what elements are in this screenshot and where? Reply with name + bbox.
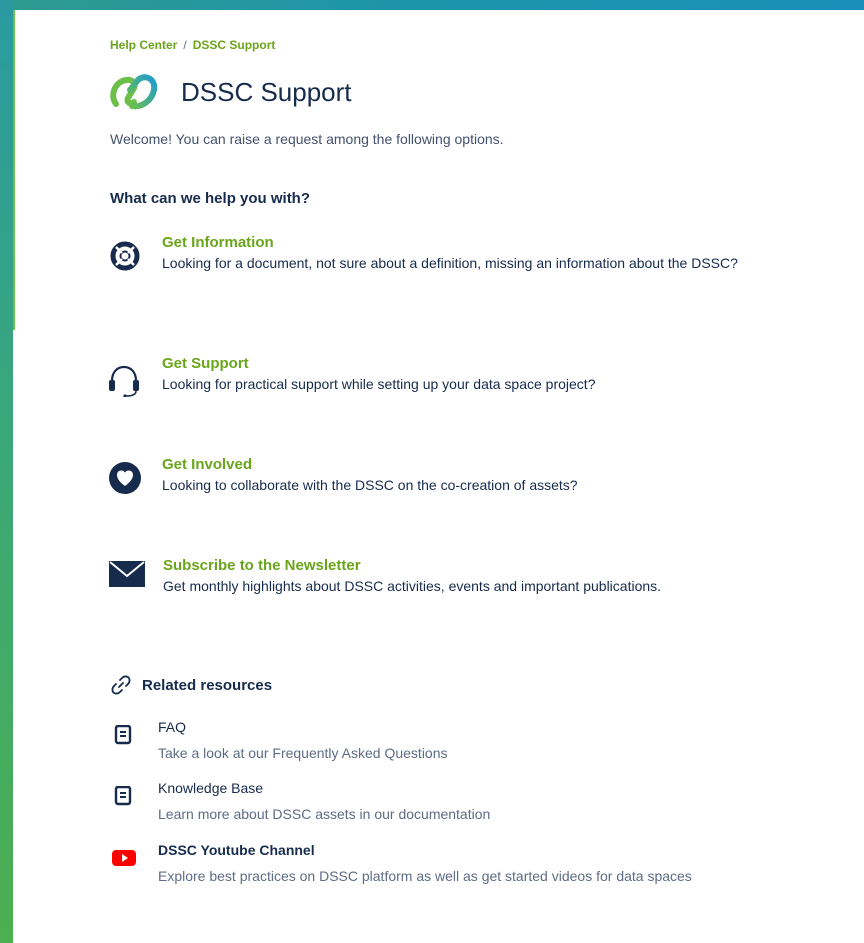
- heart-icon: [109, 462, 141, 494]
- option-title: Get Information: [162, 234, 274, 251]
- option-title: Get Support: [162, 355, 249, 372]
- option-description: Looking for a document, not sure about a…: [162, 255, 738, 271]
- breadcrumb-current-link[interactable]: DSSC Support: [193, 38, 276, 52]
- resource-title: FAQ: [158, 719, 187, 735]
- option-title: Subscribe to the Newsletter: [163, 557, 361, 574]
- link-icon: [111, 675, 131, 695]
- resource-description: Take a look at our Frequently Asked Ques…: [158, 745, 448, 761]
- dssc-logo-icon: [110, 74, 158, 110]
- envelope-icon: [109, 561, 145, 587]
- top-gradient-bar: [0, 0, 864, 10]
- resource-description: Explore best practices on DSSC platform …: [158, 868, 692, 884]
- resource-title: DSSC Youtube Channel: [158, 842, 315, 858]
- headset-icon: [109, 365, 139, 397]
- left-gradient-bar: [0, 0, 13, 943]
- resource-description: Learn more about DSSC assets in our docu…: [158, 806, 491, 822]
- option-title: Get Involved: [162, 456, 253, 473]
- option-description: Get monthly highlights about DSSC activi…: [163, 578, 662, 594]
- breadcrumb-home-link[interactable]: Help Center: [110, 38, 177, 52]
- resource-title: Knowledge Base: [158, 780, 264, 796]
- breadcrumb: Help Center / DSSC Support: [110, 38, 275, 52]
- related-heading-text: Related resources: [142, 676, 273, 694]
- page-title: DSSC Support: [181, 77, 352, 107]
- youtube-icon: [112, 850, 136, 866]
- document-icon: [114, 725, 132, 745]
- welcome-text: Welcome! You can raise a request among t…: [110, 131, 504, 147]
- option-description: Looking for practical support while sett…: [162, 376, 596, 392]
- option-description: Looking to collaborate with the DSSC on …: [162, 477, 578, 493]
- document-icon: [114, 786, 132, 806]
- lifebuoy-icon: [110, 241, 140, 271]
- related-resources-heading: Related resources: [110, 674, 272, 696]
- help-heading: What can we help you with?: [110, 190, 311, 207]
- breadcrumb-separator: /: [183, 38, 187, 52]
